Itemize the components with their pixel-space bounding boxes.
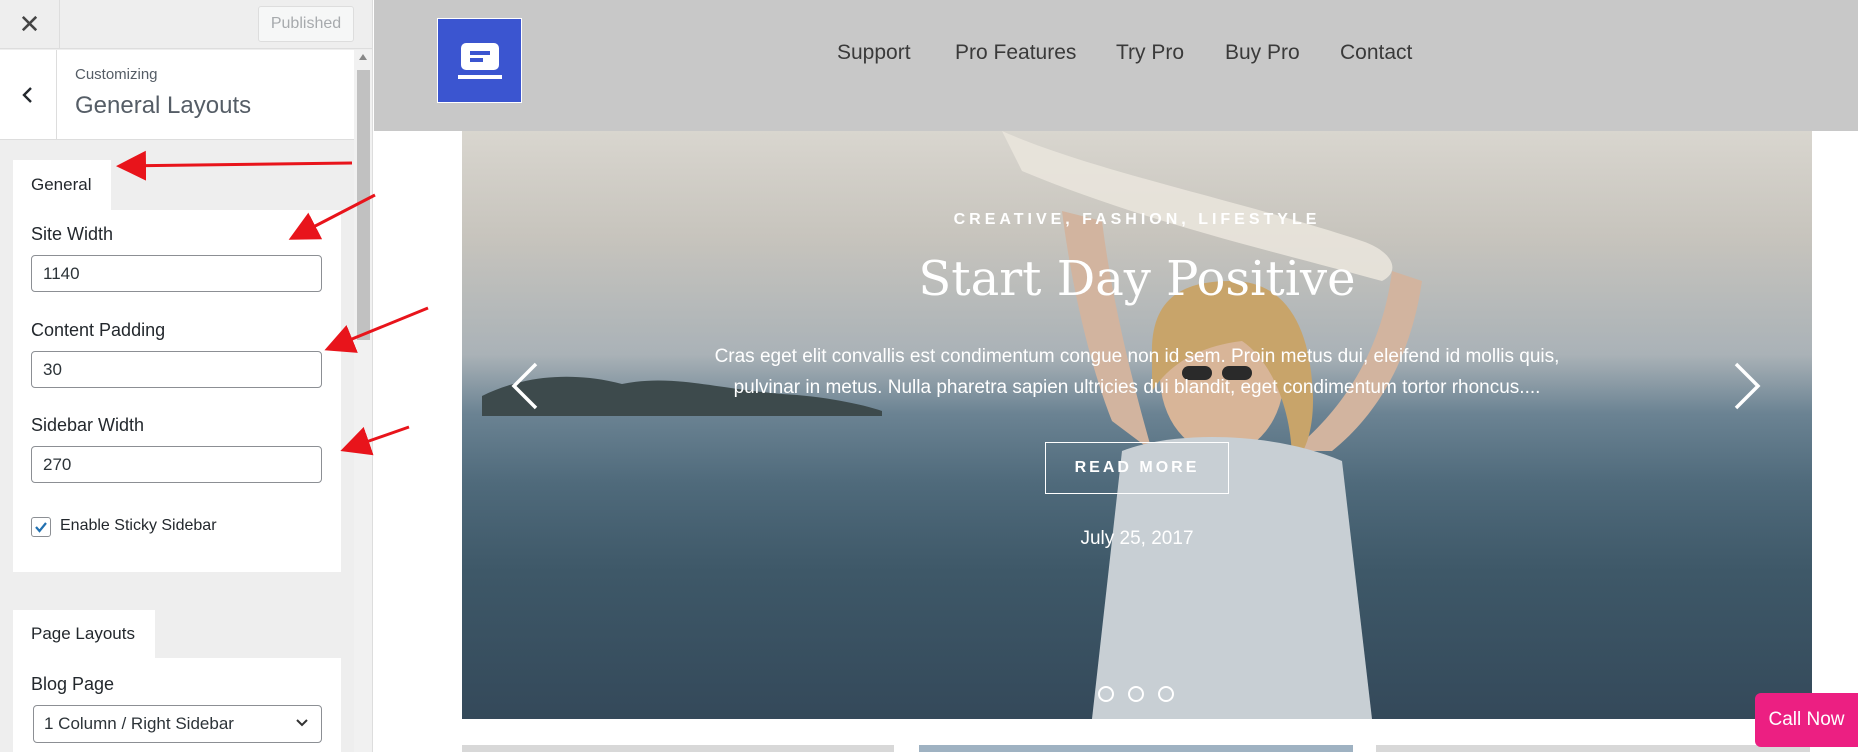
sidebar-width-input[interactable] bbox=[31, 446, 322, 483]
slide-dot-1[interactable] bbox=[1098, 686, 1114, 702]
slide-dot-3[interactable] bbox=[1158, 686, 1174, 702]
nav-item-try-pro[interactable]: Try Pro bbox=[1116, 41, 1184, 65]
publish-button[interactable]: Published bbox=[258, 6, 354, 42]
sticky-sidebar-checkbox[interactable] bbox=[31, 517, 51, 537]
close-customizer-button[interactable]: ✕ bbox=[0, 0, 60, 49]
hero-date: July 25, 2017 bbox=[1080, 528, 1194, 549]
checkmark-icon bbox=[35, 522, 47, 533]
site-width-input[interactable] bbox=[31, 255, 322, 292]
chevron-down-icon bbox=[296, 719, 308, 727]
section-title: General Layouts bbox=[75, 92, 252, 119]
sidebar-scrollbar[interactable] bbox=[354, 50, 372, 752]
hero-title[interactable]: Start Day Positive bbox=[462, 251, 1812, 307]
chevron-right-icon[interactable] bbox=[1732, 361, 1762, 411]
nav-item-support[interactable]: Support bbox=[837, 41, 911, 65]
breadcrumb: Customizing bbox=[75, 66, 158, 83]
nav-item-pro-features[interactable]: Pro Features bbox=[955, 41, 1076, 65]
blog-page-select[interactable]: 1 Column / Right Sidebar bbox=[33, 705, 322, 743]
content-padding-input[interactable] bbox=[31, 351, 322, 388]
nav-item-contact[interactable]: Contact bbox=[1340, 41, 1412, 65]
blog-page-value: 1 Column / Right Sidebar bbox=[44, 714, 234, 733]
logo-icon bbox=[457, 42, 502, 79]
tab-general[interactable]: General bbox=[13, 160, 111, 210]
site-width-label: Site Width bbox=[31, 224, 114, 244]
chevron-left-icon bbox=[22, 87, 32, 103]
call-now-button[interactable]: Call Now bbox=[1755, 693, 1858, 747]
sidebar-width-label: Sidebar Width bbox=[31, 415, 145, 435]
slide-dot-2[interactable] bbox=[1128, 686, 1144, 702]
post-card-edge bbox=[462, 745, 894, 752]
customizer-topbar: ✕ Published bbox=[0, 0, 372, 49]
sticky-sidebar-label: Enable Sticky Sidebar bbox=[60, 517, 217, 534]
post-card-edge bbox=[1376, 745, 1810, 752]
site-header: Support Pro Features Try Pro Buy Pro Con… bbox=[374, 0, 1858, 131]
nav-item-buy-pro[interactable]: Buy Pro bbox=[1225, 41, 1300, 65]
post-card-edge bbox=[919, 745, 1353, 752]
scroll-thumb[interactable] bbox=[357, 70, 370, 340]
hero-slider: CREATIVE, FASHION, LIFESTYLE Start Day P… bbox=[462, 131, 1812, 719]
close-icon: ✕ bbox=[18, 9, 41, 39]
blog-page-label: Blog Page bbox=[31, 674, 115, 694]
slider-dots bbox=[1098, 686, 1174, 702]
hero-excerpt: Cras eget elit convallis est condimentum… bbox=[714, 346, 1560, 398]
scroll-up-arrow-icon[interactable] bbox=[359, 54, 367, 60]
customizer-sidebar: ✕ Published Customizing General Layouts … bbox=[0, 0, 373, 752]
tab-page-layouts[interactable]: Page Layouts bbox=[13, 610, 155, 658]
section-header: Customizing General Layouts bbox=[0, 50, 354, 140]
back-button[interactable] bbox=[0, 50, 57, 140]
content-padding-label: Content Padding bbox=[31, 320, 166, 340]
site-logo[interactable] bbox=[437, 18, 522, 103]
site-preview: Support Pro Features Try Pro Buy Pro Con… bbox=[374, 0, 1858, 752]
read-more-button[interactable]: READ MORE bbox=[1045, 442, 1229, 494]
hero-categories[interactable]: CREATIVE, FASHION, LIFESTYLE bbox=[462, 211, 1812, 229]
chevron-left-icon[interactable] bbox=[510, 361, 540, 411]
